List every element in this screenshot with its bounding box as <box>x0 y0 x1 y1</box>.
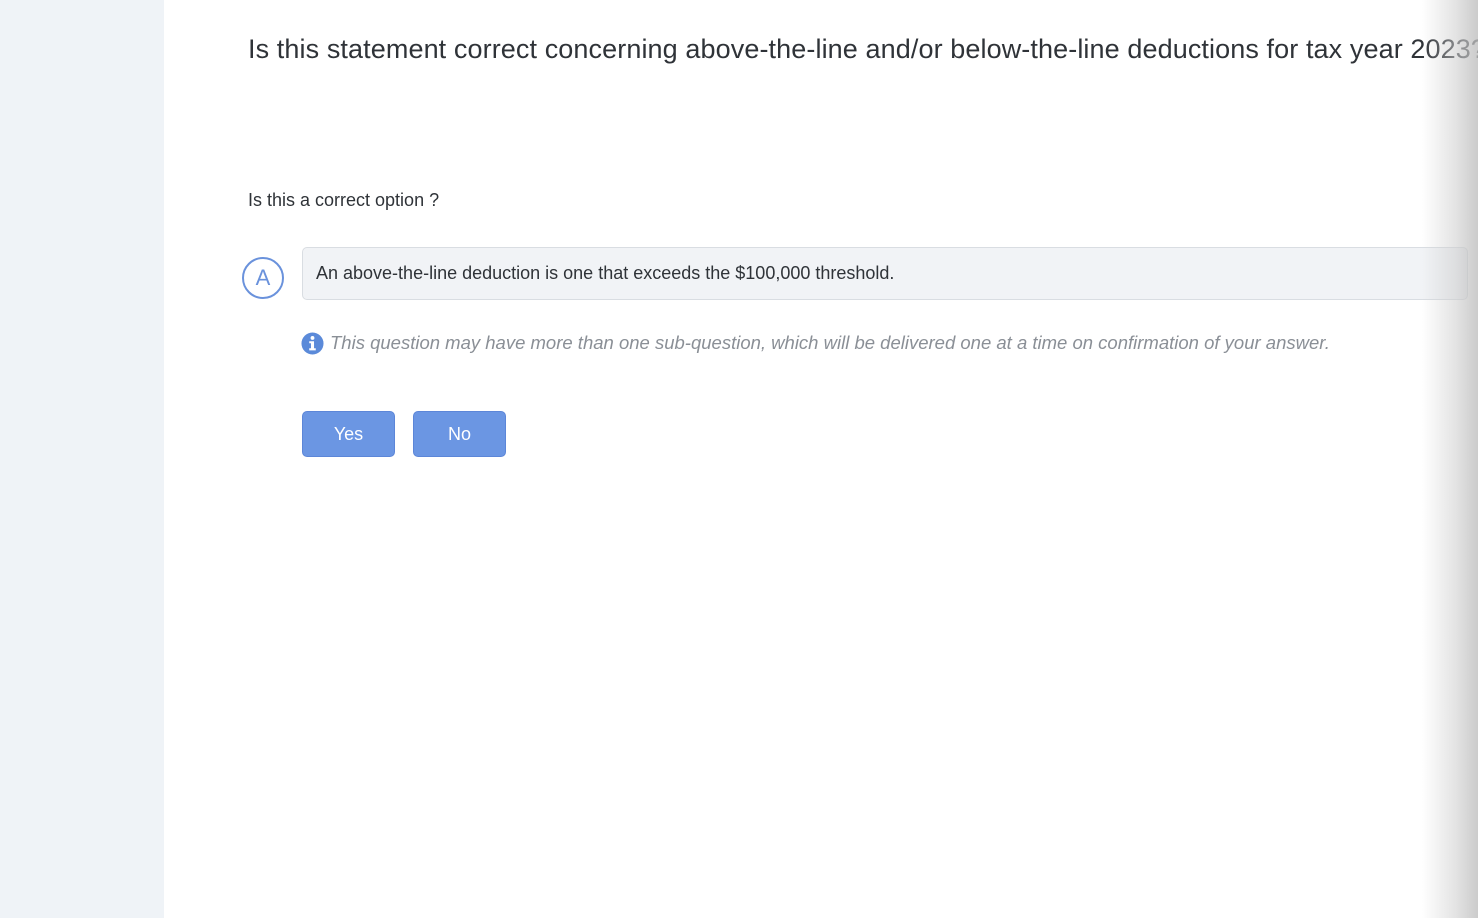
main-content <box>164 0 1478 918</box>
info-notice: This question may have more than one sub… <box>301 330 1330 356</box>
option-letter-badge: A <box>242 257 284 299</box>
info-circle-icon <box>301 331 324 355</box>
left-sidebar <box>0 0 164 918</box>
yes-button[interactable]: Yes <box>302 411 395 457</box>
option-statement: An above-the-line deduction is one that … <box>302 247 1468 300</box>
question-title: Is this statement correct concerning abo… <box>248 34 1478 64</box>
no-button[interactable]: No <box>413 411 506 457</box>
option-prompt: Is this a correct option ? <box>248 190 440 210</box>
info-text: This question may have more than one sub… <box>330 332 1330 353</box>
